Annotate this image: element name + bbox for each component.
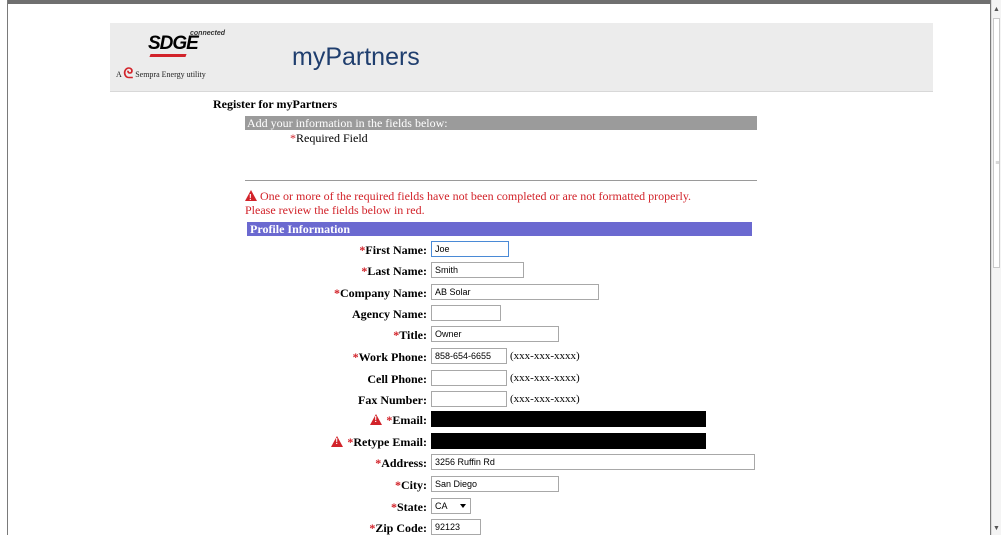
- field-label-text: City:: [401, 478, 427, 492]
- form-row-state: *State: CA: [247, 498, 787, 516]
- sdge-logo-bar: [149, 54, 187, 57]
- field-warning-icon: [331, 436, 344, 447]
- field-label-text: Agency Name:: [352, 307, 427, 321]
- title-input[interactable]: Owner: [431, 326, 559, 342]
- field-label-text: Title:: [399, 328, 427, 342]
- logo-tagline: connected: [190, 30, 226, 37]
- form-row-city: *City: San Diego: [247, 476, 787, 494]
- form-row-company-name: *Company Name: AB Solar: [247, 284, 787, 302]
- city-input[interactable]: San Diego: [431, 476, 559, 492]
- state-label: *State:: [391, 500, 427, 515]
- field-label-text: Cell Phone:: [367, 372, 427, 386]
- scroll-grip-icon: ≡: [995, 159, 1000, 167]
- agency-name-input[interactable]: [431, 305, 501, 321]
- form-row-email: *Email:: [247, 411, 787, 429]
- scroll-up-arrow-icon[interactable]: ▲: [992, 4, 1001, 14]
- page-title: Register for myPartners: [213, 97, 338, 111]
- field-label-text: Company Name:: [340, 286, 427, 300]
- vertical-scrollbar[interactable]: ▲ ≡ ▼: [991, 0, 1001, 535]
- zip-code-input[interactable]: 92123: [431, 519, 481, 535]
- format-hint: (xxx-xxx-xxxx): [510, 350, 580, 362]
- agency-name-label: Agency Name:: [352, 307, 427, 322]
- site-header: SDGE connected A ᘓ Sempra Energy utility…: [110, 23, 933, 92]
- section-header-profile: Profile Information: [247, 222, 752, 236]
- last-name-input[interactable]: Smith: [431, 262, 524, 278]
- city-label: *City:: [395, 478, 427, 493]
- scrollbar-thumb[interactable]: ≡: [993, 18, 1000, 268]
- select-value: CA: [435, 501, 448, 511]
- form-row-fax-number: Fax Number: (xxx-xxx-xxxx): [247, 391, 787, 409]
- retype-email-label: *Retype Email:: [331, 435, 427, 450]
- app-title: myPartners: [292, 43, 420, 71]
- first-name-input[interactable]: Joe: [431, 241, 509, 257]
- instructions-bar: Add your information in the fields below…: [245, 116, 757, 130]
- field-label-text: State:: [397, 500, 427, 514]
- state-select[interactable]: CA: [431, 498, 471, 514]
- fax-number-input[interactable]: [431, 391, 507, 407]
- form-row-first-name: *First Name: Joe: [247, 241, 787, 259]
- format-hint: (xxx-xxx-xxxx): [510, 372, 580, 384]
- fax-number-label: Fax Number:: [358, 393, 427, 408]
- company-name-input[interactable]: AB Solar: [431, 284, 599, 300]
- sempra-swoosh-icon: ᘓ: [123, 67, 134, 82]
- company-name-label: *Company Name:: [334, 286, 427, 301]
- address-label: *Address:: [375, 456, 427, 471]
- window-top-border: [0, 0, 1001, 4]
- field-label-text: Last Name:: [367, 264, 427, 278]
- address-input[interactable]: 3256 Ruffin Rd: [431, 454, 755, 470]
- scroll-down-arrow-icon[interactable]: ▼: [992, 523, 1001, 533]
- form-row-cell-phone: Cell Phone: (xxx-xxx-xxxx): [247, 370, 787, 388]
- field-label-text: First Name:: [365, 243, 427, 257]
- first-name-label: *First Name:: [359, 243, 427, 258]
- warning-icon: [245, 190, 257, 205]
- field-label-text: Email:: [392, 413, 427, 427]
- form-row-last-name: *Last Name: Smith: [247, 262, 787, 280]
- required-note-text: Required Field: [296, 131, 368, 145]
- form-row-title: *Title: Owner: [247, 326, 787, 344]
- window-left-border: [0, 0, 8, 535]
- validation-error-message: One or more of the required fields have …: [245, 189, 750, 217]
- title-label: *Title:: [393, 328, 427, 343]
- work-phone-input[interactable]: 858-654-6655: [431, 348, 507, 364]
- zip-code-label: *Zip Code:: [369, 521, 427, 536]
- error-message-line1: One or more of the required fields have …: [260, 189, 692, 203]
- form-row-retype-email: *Retype Email:: [247, 433, 787, 451]
- sempra-logo: A ᘓ Sempra Energy utility: [116, 67, 206, 82]
- last-name-label: *Last Name:: [361, 264, 427, 279]
- field-label-text: Fax Number:: [358, 393, 427, 407]
- divider: [245, 180, 757, 181]
- email-label: *Email:: [370, 413, 427, 428]
- form-row-agency-name: Agency Name:: [247, 305, 787, 323]
- required-field-note: *Required Field: [290, 131, 368, 146]
- field-label-text: Work Phone:: [358, 350, 427, 364]
- cell-phone-label: Cell Phone:: [367, 372, 427, 387]
- format-hint: (xxx-xxx-xxxx): [510, 393, 580, 405]
- sempra-logo-text: Sempra Energy utility: [135, 69, 206, 79]
- field-warning-icon: [370, 414, 383, 425]
- form-row-address: *Address: 3256 Ruffin Rd: [247, 454, 787, 472]
- email-input[interactable]: [431, 411, 706, 427]
- form-row-work-phone: *Work Phone: 858-654-6655 (xxx-xxx-xxxx): [247, 348, 787, 366]
- cell-phone-input[interactable]: [431, 370, 507, 386]
- work-phone-label: *Work Phone:: [353, 350, 427, 365]
- error-message-line2: Please review the fields below in red.: [245, 203, 425, 217]
- retype-email-input[interactable]: [431, 433, 706, 449]
- form-row-zip-code: *Zip Code: 92123: [247, 519, 787, 537]
- field-label-text: Zip Code:: [375, 521, 427, 535]
- chevron-down-icon[interactable]: [460, 504, 466, 508]
- field-label-text: Address:: [381, 456, 427, 470]
- field-label-text: Retype Email:: [353, 435, 427, 449]
